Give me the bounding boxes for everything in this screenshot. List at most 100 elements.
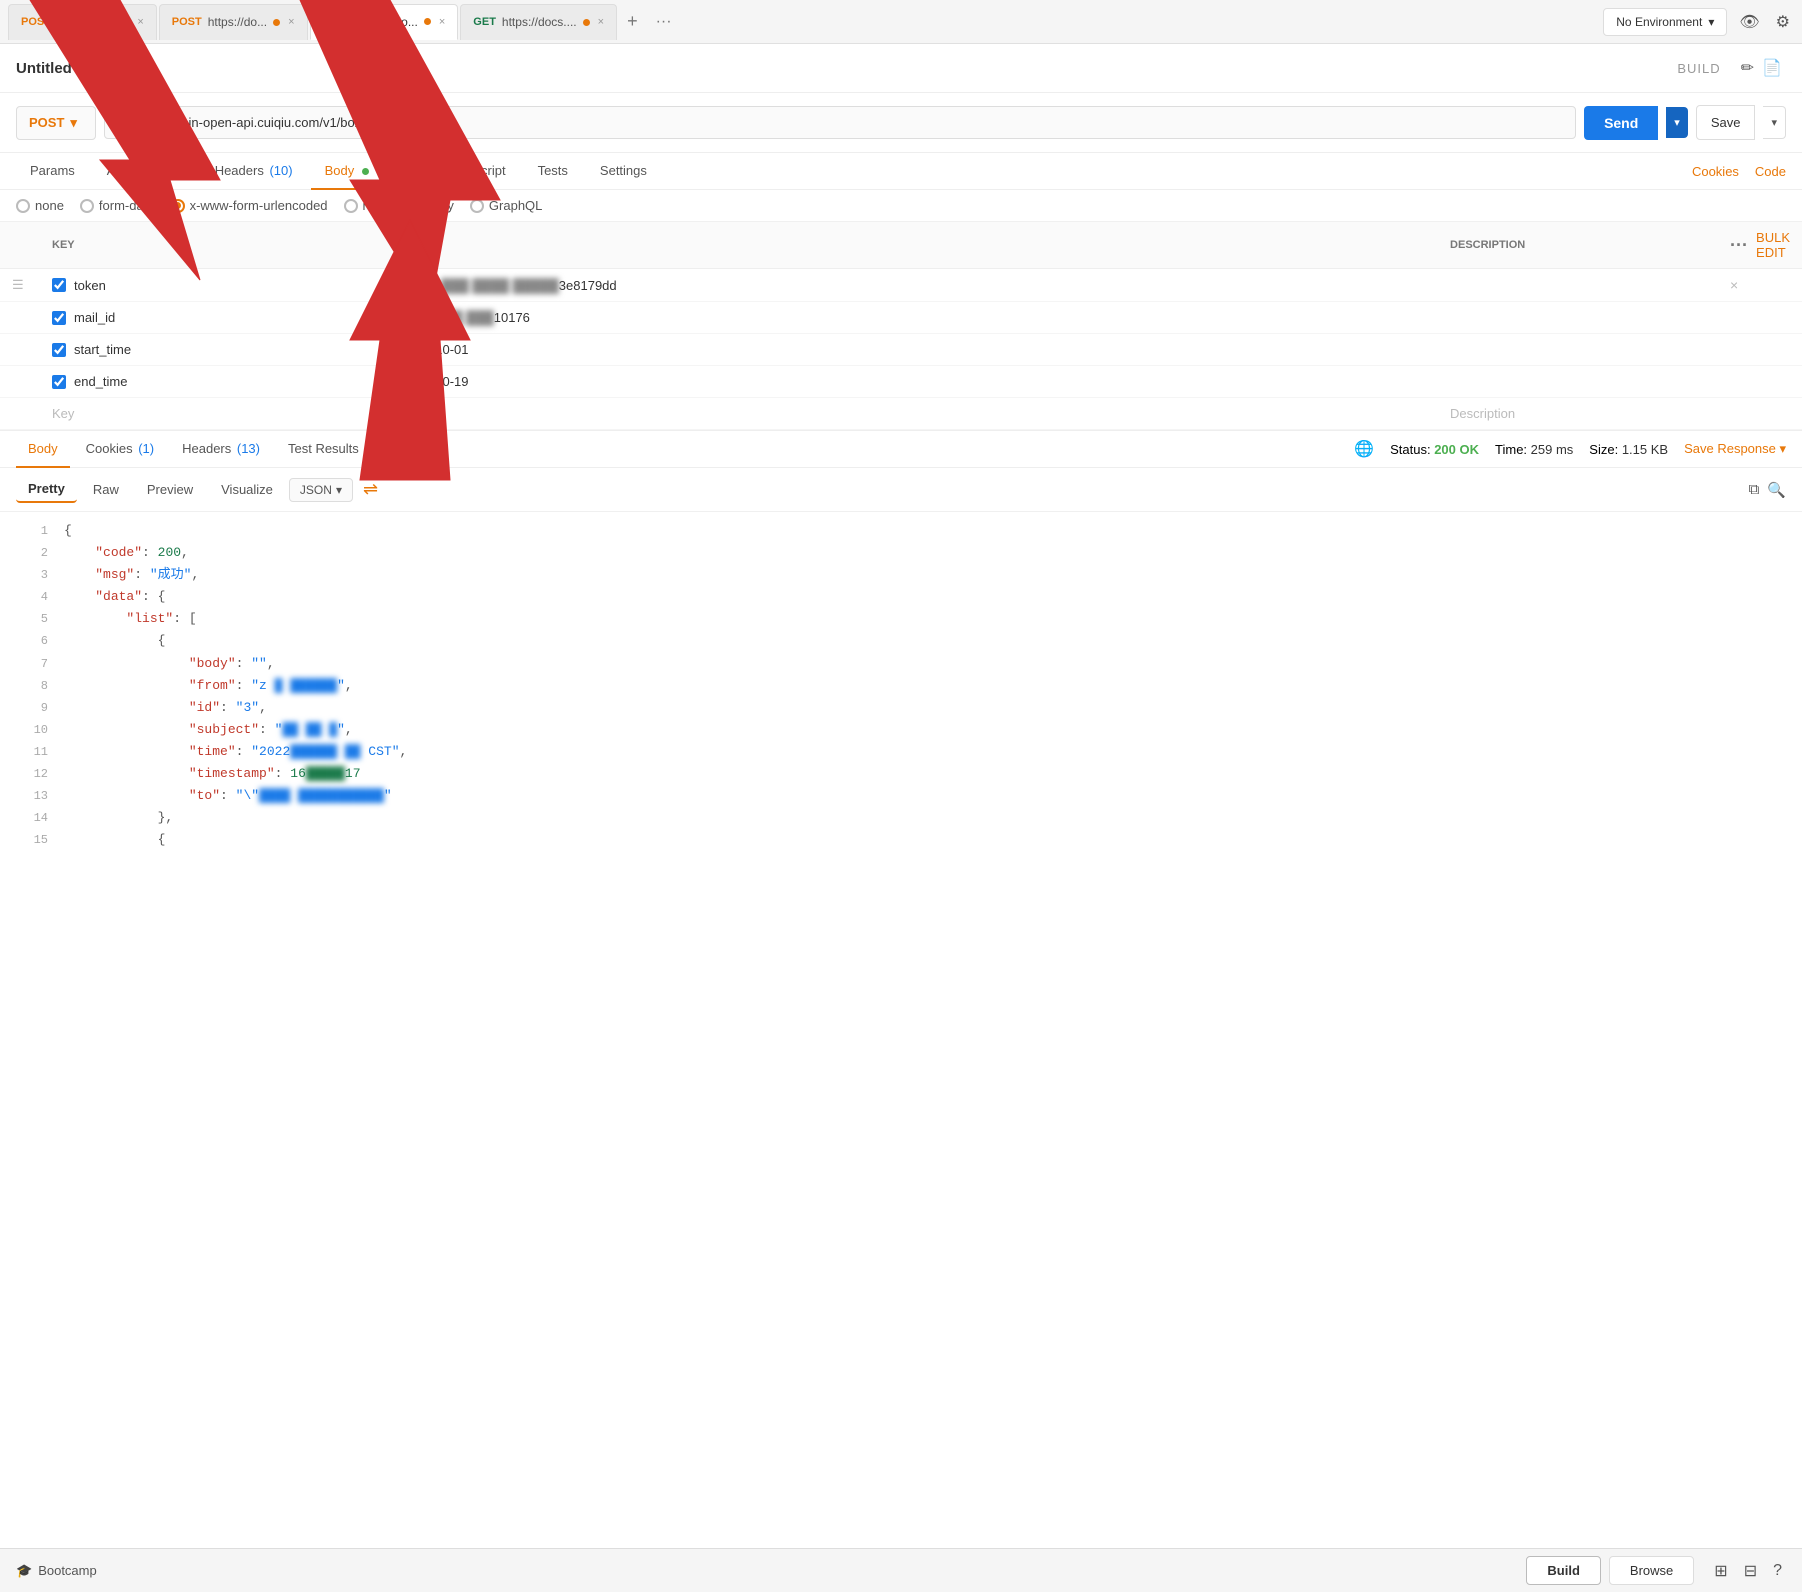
save-dropdown[interactable]: ▾ <box>1763 106 1786 139</box>
tab-3[interactable]: POST https://do... × <box>310 4 459 40</box>
checkbox-container: start_time <box>52 342 378 357</box>
body-type-graphql[interactable]: GraphQL <box>470 198 542 213</box>
tab-settings[interactable]: Settings <box>586 153 661 190</box>
code-line-13: 13 "to": "\"████ ███████████" <box>0 785 1802 807</box>
copy-icon[interactable]: ⧉ <box>1749 481 1760 499</box>
bootcamp-link[interactable]: 🎓 Bootcamp <box>16 1563 97 1579</box>
body-type-raw[interactable]: raw <box>344 198 384 213</box>
time-label: Time: 259 ms <box>1495 442 1573 457</box>
build-button[interactable]: Build <box>1526 1556 1601 1585</box>
tab-3-close[interactable]: × <box>439 16 445 28</box>
size-label: Size: 1.15 KB <box>1589 442 1668 457</box>
resp-tab-cookies[interactable]: Cookies (1) <box>74 431 166 468</box>
body-type-form-data[interactable]: form-data <box>80 198 155 213</box>
tab-3-dot <box>424 18 431 25</box>
value-cell-4: 2022-10-19 <box>390 366 1438 398</box>
tab-1[interactable]: POST https://do... × <box>8 4 157 40</box>
resp-tab-headers[interactable]: Headers (13) <box>170 431 272 468</box>
browse-button[interactable]: Browse <box>1609 1556 1694 1585</box>
size-value: 1.15 KB <box>1622 442 1668 457</box>
col-actions: ··· Bulk Edit <box>1718 222 1802 269</box>
value-cell-2: 15█████ ███10176 <box>390 302 1438 334</box>
tab-2[interactable]: POST https://do... × <box>159 4 308 40</box>
params-table-container: KEY VALUE DESCRIPTION ··· Bulk Edit ☰ to… <box>0 222 1802 430</box>
split-icon[interactable]: ⊟ <box>1740 1557 1761 1585</box>
key-placeholder[interactable]: Key <box>40 398 390 430</box>
key-cell: end_time <box>40 366 390 398</box>
settings-icon[interactable]: ⚙ <box>1772 8 1794 36</box>
send-dropdown[interactable]: ▾ <box>1666 107 1688 138</box>
eye-icon[interactable]: 👁 <box>1735 8 1763 36</box>
body-type-none[interactable]: none <box>16 198 64 213</box>
globe-icon: 🌐 <box>1354 439 1374 459</box>
drag-handle-cell <box>0 398 40 430</box>
tab-4-dot <box>583 19 590 26</box>
tab-headers[interactable]: Headers (10) <box>201 153 307 190</box>
desc-cell-2 <box>1438 302 1718 334</box>
redacted-2: █████ ███ <box>416 310 493 325</box>
format-type-select[interactable]: JSON ▾ <box>289 478 353 502</box>
save-response-button[interactable]: Save Response ▾ <box>1684 441 1786 457</box>
bottom-icons: ⊞ ⊟ ? <box>1710 1557 1786 1585</box>
drag-handle-cell <box>0 334 40 366</box>
build-label: BUILD <box>1677 61 1720 76</box>
search-icon[interactable]: 🔍 <box>1767 481 1786 499</box>
checkbox-container: end_time <box>52 374 378 389</box>
desc-placeholder[interactable]: Description <box>1438 398 1718 430</box>
save-button[interactable]: Save <box>1696 105 1756 140</box>
tab-body[interactable]: Body <box>311 153 383 190</box>
wrap-button[interactable]: ⇌ <box>357 479 384 500</box>
drag-handle-icon[interactable]: ☰ <box>12 277 24 292</box>
row-checkbox-4[interactable] <box>52 375 66 389</box>
response-section: Body Cookies (1) Headers (13) Test Resul… <box>0 430 1802 992</box>
row-checkbox-3[interactable] <box>52 343 66 357</box>
tab-tests[interactable]: Tests <box>524 153 582 190</box>
method-label: POST <box>29 115 64 130</box>
tab-pre-request[interactable]: Pre-request Script <box>387 153 520 190</box>
more-tabs-button[interactable]: ··· <box>648 9 680 35</box>
help-icon[interactable]: ? <box>1769 1558 1786 1584</box>
url-input[interactable] <box>104 106 1576 139</box>
tab-3-url: https://do... <box>358 15 417 29</box>
code-line-10: 10 "subject": "██ ██ █", <box>0 719 1802 741</box>
tab-4-close[interactable]: × <box>598 16 604 28</box>
tab-4[interactable]: GET https://docs.... × <box>460 4 617 40</box>
resp-tab-body[interactable]: Body <box>16 431 70 468</box>
headers-badge: (10) <box>269 163 292 178</box>
method-select[interactable]: POST ▾ <box>16 106 96 140</box>
send-button[interactable]: Send <box>1584 106 1658 140</box>
edit-icon[interactable]: ✏ <box>1737 54 1758 82</box>
add-tab-button[interactable]: + <box>619 7 646 36</box>
body-type-urlencoded[interactable]: x-www-form-urlencoded <box>171 198 328 213</box>
resp-tab-test-results[interactable]: Test Results <box>276 431 371 468</box>
tab-2-dot <box>273 19 280 26</box>
table-row: end_time 2022-10-19 <box>0 366 1802 398</box>
document-icon[interactable]: 📄 <box>1758 54 1786 82</box>
url-bar: POST ▾ Send ▾ Save ▾ <box>0 93 1802 153</box>
bootcamp-label: Bootcamp <box>38 1563 97 1578</box>
delete-row-1[interactable]: × <box>1730 277 1738 293</box>
code-link[interactable]: Code <box>1755 164 1786 179</box>
tab-2-close[interactable]: × <box>288 16 294 28</box>
tab-1-close[interactable]: × <box>137 16 143 28</box>
table-row: mail_id 15█████ ███10176 <box>0 302 1802 334</box>
key-cell: start_time <box>40 334 390 366</box>
cookies-link[interactable]: Cookies <box>1692 164 1739 179</box>
tab-authorization[interactable]: Authorization <box>93 153 197 190</box>
format-tab-visualize[interactable]: Visualize <box>209 477 285 502</box>
tab-1-dot <box>122 19 129 26</box>
value-placeholder[interactable]: Value <box>390 398 1438 430</box>
row-checkbox-1[interactable] <box>52 278 66 292</box>
body-type-binary[interactable]: binary <box>400 198 454 213</box>
layout-icon[interactable]: ⊞ <box>1710 1557 1731 1585</box>
format-tab-pretty[interactable]: Pretty <box>16 476 77 503</box>
key-cell: mail_id <box>40 302 390 334</box>
tab-params[interactable]: Params <box>16 153 89 190</box>
row-checkbox-2[interactable] <box>52 311 66 325</box>
format-tab-raw[interactable]: Raw <box>81 477 131 502</box>
action-cell-4 <box>1718 366 1802 398</box>
more-options-icon[interactable]: ··· <box>1730 235 1748 256</box>
bulk-edit-button[interactable]: Bulk Edit <box>1756 230 1790 260</box>
environment-dropdown[interactable]: No Environment ▾ <box>1603 8 1727 36</box>
format-tab-preview[interactable]: Preview <box>135 477 205 502</box>
